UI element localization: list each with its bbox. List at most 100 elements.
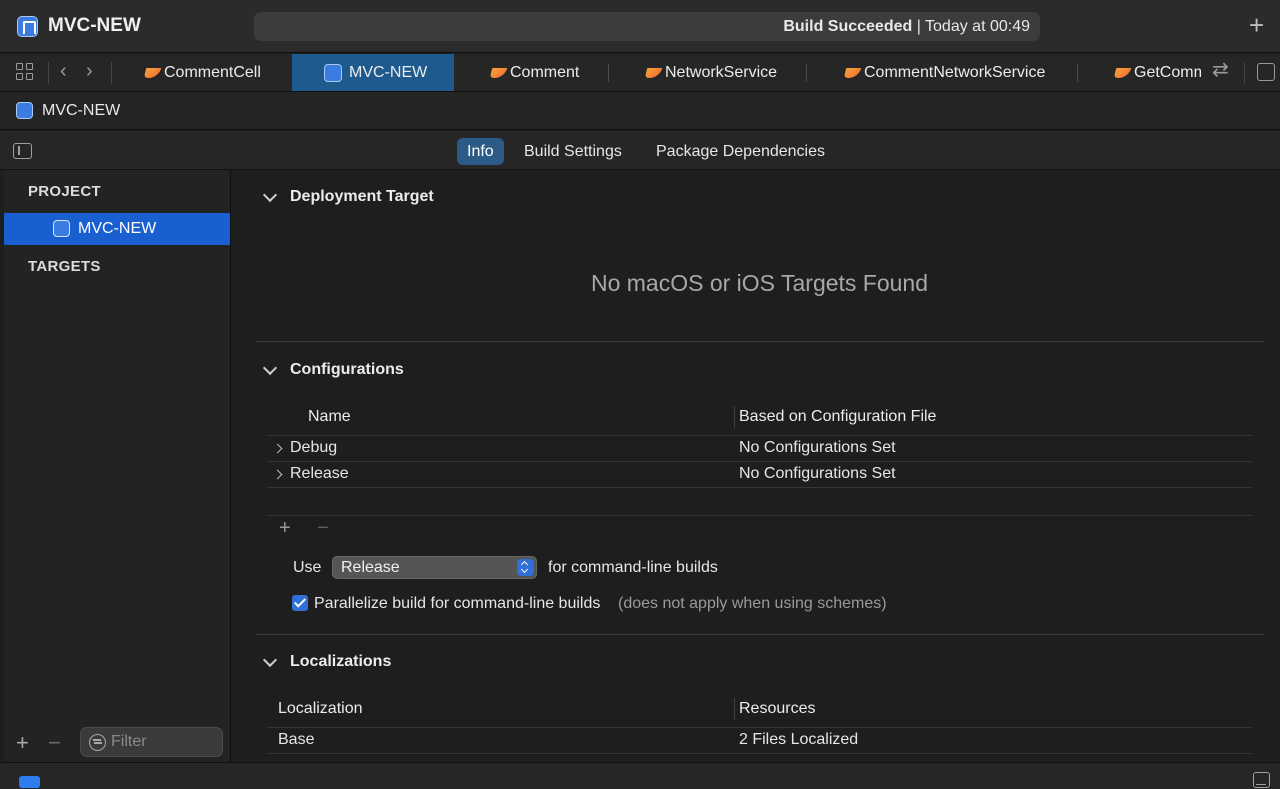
parallelize-checkbox[interactable] — [292, 595, 308, 611]
sidebar-item-mvc-new[interactable]: MVC-NEW — [4, 213, 230, 245]
project-icon — [16, 102, 33, 119]
column-header-file[interactable]: Based on Configuration File — [739, 408, 936, 426]
tab-label: CommentCell — [164, 64, 261, 81]
tab-label: MVC-NEW — [349, 64, 428, 81]
build-status-text: Build Succeeded | Today at 00:49 — [783, 18, 1030, 36]
column-header-resources[interactable]: Resources — [739, 700, 815, 718]
editor-tabs: Info Build Settings Package Dependencies — [0, 131, 1280, 170]
tab-label: GetComm — [1134, 64, 1201, 81]
chevron-right-icon[interactable] — [272, 443, 283, 454]
tab-build-settings[interactable]: Build Settings — [514, 138, 632, 165]
tab-commentnetworkservice[interactable]: CommentNetworkService — [834, 54, 1074, 91]
row-divider — [267, 515, 1252, 516]
console-toggle-icon[interactable] — [1253, 772, 1270, 788]
chevron-up-down-icon — [517, 559, 534, 576]
tab-divider — [1077, 64, 1078, 82]
related-items-icon[interactable] — [16, 63, 35, 82]
swift-icon — [1114, 65, 1132, 81]
nav-divider — [48, 62, 49, 84]
chevron-down-icon[interactable] — [262, 187, 278, 203]
sidebar-toggle-icon[interactable] — [13, 143, 32, 159]
column-divider — [734, 698, 735, 720]
tab-commentcell[interactable]: CommentCell — [134, 54, 292, 91]
configurations-title: Configurations — [290, 361, 404, 378]
project-sidebar: PROJECT MVC-NEW TARGETS + − — [4, 170, 231, 762]
chevron-right-icon[interactable] — [272, 469, 283, 480]
nav-divider — [111, 62, 112, 84]
deployment-target-title: Deployment Target — [290, 188, 434, 205]
config-name: Debug — [290, 439, 338, 456]
back-icon[interactable]: ‹ — [60, 61, 67, 81]
localizations-title: Localizations — [290, 653, 392, 670]
build-status-time: | Today at 00:49 — [912, 18, 1030, 35]
column-header-localization[interactable]: Localization — [278, 700, 363, 718]
breadcrumb: MVC-NEW — [0, 92, 1280, 130]
tab-networkservice[interactable]: NetworkService — [635, 54, 805, 91]
title-bar: MVC-NEW Build Succeeded | Today at 00:49… — [0, 0, 1280, 53]
swap-icon[interactable]: ⇄ — [1212, 60, 1229, 80]
column-header-name[interactable]: Name — [308, 408, 351, 426]
tab-package-dependencies[interactable]: Package Dependencies — [646, 138, 835, 165]
build-status-strong: Build Succeeded — [783, 18, 913, 35]
parallelize-hint: (does not apply when using schemes) — [618, 595, 887, 612]
config-file: No Configurations Set — [739, 439, 896, 456]
tab-divider — [608, 64, 609, 82]
localization-resources: 2 Files Localized — [739, 731, 859, 748]
section-divider — [256, 634, 1264, 635]
remove-target-button[interactable]: − — [48, 732, 61, 754]
tab-comment[interactable]: Comment — [480, 54, 610, 91]
select-value: Release — [341, 559, 400, 576]
column-divider — [734, 406, 735, 428]
tab-info[interactable]: Info — [457, 138, 504, 165]
project-icon — [17, 16, 38, 37]
config-file: No Configurations Set — [739, 465, 896, 482]
use-suffix-label: for command-line builds — [548, 559, 718, 576]
add-tab-icon[interactable]: + — [1249, 12, 1264, 38]
window-title: MVC-NEW — [48, 15, 141, 36]
swift-icon — [144, 65, 162, 81]
sidebar-item-label: MVC-NEW — [78, 220, 157, 237]
use-label: Use — [293, 559, 322, 576]
swift-icon — [844, 65, 862, 81]
row-divider — [267, 753, 1252, 754]
row-divider — [267, 435, 1252, 436]
parallelize-label[interactable]: Parallelize build for command-line build… — [314, 595, 600, 613]
nav-divider — [1244, 62, 1245, 84]
section-divider — [256, 341, 1264, 342]
filter-field[interactable] — [80, 727, 223, 757]
project-info-pane: Deployment Target No macOS or iOS Target… — [232, 170, 1280, 762]
tab-getcomm[interactable]: GetComm — [1104, 54, 1201, 91]
remove-configuration-button[interactable]: − — [317, 517, 329, 540]
command-line-config-select[interactable]: Release — [332, 556, 537, 579]
tab-label: NetworkService — [665, 64, 778, 81]
row-divider — [267, 487, 1252, 488]
project-icon — [324, 64, 342, 82]
config-name: Release — [290, 465, 349, 482]
tab-mvc-new[interactable]: MVC-NEW — [292, 54, 454, 91]
tab-label: Comment — [510, 64, 580, 81]
filter-input[interactable] — [111, 733, 216, 751]
debug-bar — [0, 762, 1280, 789]
row-divider — [267, 461, 1252, 462]
swift-icon — [490, 65, 508, 81]
debug-area-icon[interactable] — [19, 776, 40, 788]
file-tab-bar: ‹ › CommentCell MVC-NEW Comment NetworkS… — [0, 54, 1280, 92]
add-target-button[interactable]: + — [16, 732, 29, 754]
targets-heading: TARGETS — [28, 258, 101, 275]
chevron-down-icon[interactable] — [262, 652, 278, 668]
chevron-down-icon[interactable] — [262, 360, 278, 376]
filter-icon — [89, 734, 106, 751]
build-status-bar[interactable]: Build Succeeded | Today at 00:49 — [254, 12, 1040, 41]
row-divider — [267, 727, 1252, 728]
project-icon — [53, 220, 70, 237]
breadcrumb-item[interactable]: MVC-NEW — [42, 102, 120, 120]
localization-name: Base — [278, 731, 315, 748]
forward-icon[interactable]: › — [86, 61, 93, 81]
add-editor-icon[interactable] — [1257, 63, 1275, 81]
project-heading: PROJECT — [28, 183, 101, 200]
tab-label: CommentNetworkService — [864, 64, 1046, 81]
add-configuration-button[interactable]: + — [279, 517, 291, 540]
swift-icon — [645, 65, 663, 81]
tab-divider — [806, 64, 807, 82]
empty-targets-message: No macOS or iOS Targets Found — [590, 270, 929, 296]
